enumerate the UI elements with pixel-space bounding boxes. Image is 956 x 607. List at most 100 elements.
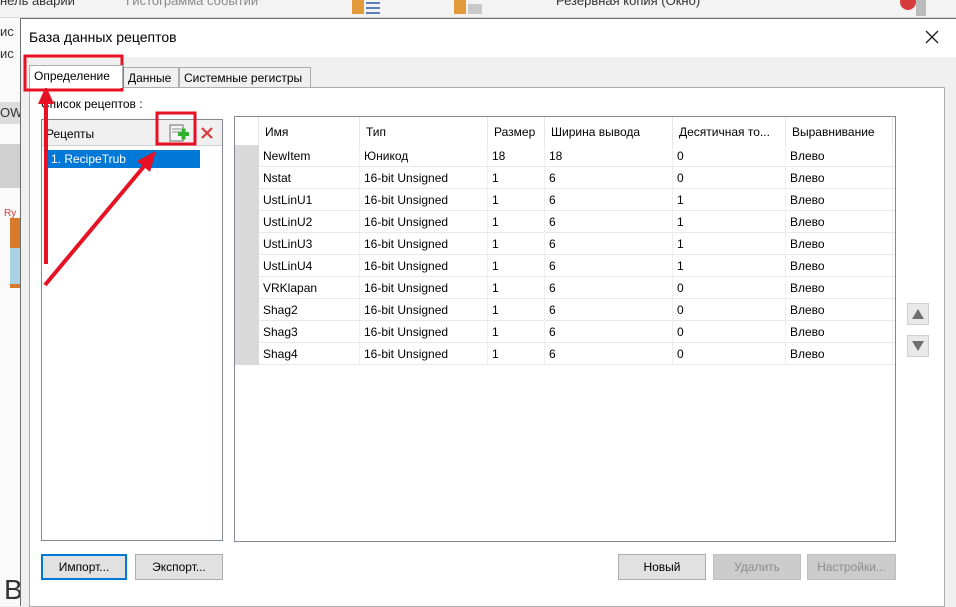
table-cell[interactable]: UstLinU4 — [259, 255, 360, 277]
table-cell[interactable]: 6 — [545, 343, 673, 365]
row-selector[interactable] — [235, 167, 259, 189]
table-cell[interactable]: 16-bit Unsigned — [360, 189, 488, 211]
table-cell[interactable]: 1 — [488, 321, 545, 343]
table-cell[interactable]: UstLinU2 — [259, 211, 360, 233]
table-cell[interactable]: 16-bit Unsigned — [360, 277, 488, 299]
table-cell[interactable]: 16-bit Unsigned — [360, 343, 488, 365]
table-row[interactable]: UstLinU4 16-bit Unsigned 1 6 1 Влево — [235, 255, 895, 277]
table-cell[interactable]: 1 — [488, 277, 545, 299]
table-cell[interactable]: 0 — [673, 145, 786, 167]
export-button[interactable]: Экспорт... — [135, 554, 223, 580]
table-cell[interactable]: 1 — [488, 189, 545, 211]
table-cell[interactable]: 16-bit Unsigned — [360, 321, 488, 343]
table-cell[interactable]: 6 — [545, 167, 673, 189]
table-cell[interactable]: 16-bit Unsigned — [360, 255, 488, 277]
column-header-output-width[interactable]: Ширина вывода — [545, 117, 673, 145]
table-cell[interactable]: 1 — [488, 167, 545, 189]
table-row[interactable]: UstLinU3 16-bit Unsigned 1 6 1 Влево — [235, 233, 895, 255]
table-cell[interactable]: Влево — [786, 277, 893, 299]
table-cell[interactable]: Влево — [786, 189, 893, 211]
table-cell[interactable]: Влево — [786, 233, 893, 255]
table-cell[interactable]: Влево — [786, 299, 893, 321]
table-row[interactable]: Shag4 16-bit Unsigned 1 6 0 Влево — [235, 343, 895, 365]
table-cell[interactable]: 6 — [545, 211, 673, 233]
table-cell[interactable]: Юникод — [360, 145, 488, 167]
column-header-name[interactable]: Имя — [259, 117, 360, 145]
table-cell[interactable]: 16-bit Unsigned — [360, 167, 488, 189]
table-cell[interactable]: 1 — [488, 343, 545, 365]
tab-data[interactable]: Данные — [123, 67, 179, 87]
table-cell[interactable]: 16-bit Unsigned — [360, 211, 488, 233]
table-cell[interactable]: Влево — [786, 211, 893, 233]
table-cell[interactable]: 6 — [545, 277, 673, 299]
table-cell[interactable]: 6 — [545, 189, 673, 211]
add-recipe-button[interactable] — [168, 122, 190, 144]
close-button[interactable] — [922, 27, 942, 47]
row-selector[interactable] — [235, 189, 259, 211]
table-cell[interactable]: Влево — [786, 145, 893, 167]
move-down-button[interactable] — [907, 335, 929, 357]
table-row[interactable]: VRKlapan 16-bit Unsigned 1 6 0 Влево — [235, 277, 895, 299]
row-selector[interactable] — [235, 299, 259, 321]
table-cell[interactable]: Shag4 — [259, 343, 360, 365]
row-selector[interactable] — [235, 233, 259, 255]
move-up-button[interactable] — [907, 303, 929, 325]
column-header-decimal-point[interactable]: Десятичная то... — [673, 117, 786, 145]
tab-system-registers[interactable]: Системные регистры — [179, 67, 311, 87]
new-item-button[interactable]: Новый — [618, 554, 706, 580]
row-selector[interactable] — [235, 277, 259, 299]
recipe-item[interactable]: 1. RecipeTrub — [46, 150, 200, 168]
table-cell[interactable]: Влево — [786, 255, 893, 277]
table-cell[interactable]: 0 — [673, 321, 786, 343]
row-selector[interactable] — [235, 145, 259, 167]
table-cell[interactable]: 1 — [673, 189, 786, 211]
table-row[interactable]: UstLinU1 16-bit Unsigned 1 6 1 Влево — [235, 189, 895, 211]
table-cell[interactable]: 6 — [545, 321, 673, 343]
table-cell[interactable]: 1 — [673, 211, 786, 233]
table-cell[interactable]: Shag3 — [259, 321, 360, 343]
table-cell[interactable]: 18 — [488, 145, 545, 167]
settings-button[interactable]: Настройки... — [807, 554, 896, 580]
delete-recipe-button[interactable] — [196, 122, 218, 144]
table-cell[interactable]: 6 — [545, 299, 673, 321]
table-cell[interactable]: Nstat — [259, 167, 360, 189]
table-cell[interactable]: 0 — [673, 167, 786, 189]
table-cell[interactable]: 1 — [488, 233, 545, 255]
tab-definition[interactable]: Определение — [29, 65, 123, 88]
row-selector[interactable] — [235, 343, 259, 365]
table-row[interactable]: NewItem Юникод 18 18 0 Влево — [235, 145, 895, 167]
table-cell[interactable]: 16-bit Unsigned — [360, 233, 488, 255]
table-cell[interactable]: NewItem — [259, 145, 360, 167]
table-cell[interactable]: 18 — [545, 145, 673, 167]
table-cell[interactable]: Влево — [786, 167, 893, 189]
table-cell[interactable]: 1 — [488, 299, 545, 321]
row-selector[interactable] — [235, 321, 259, 343]
table-cell[interactable]: Влево — [786, 321, 893, 343]
table-cell[interactable]: 6 — [545, 255, 673, 277]
table-row[interactable]: Nstat 16-bit Unsigned 1 6 0 Влево — [235, 167, 895, 189]
table-cell[interactable]: 16-bit Unsigned — [360, 299, 488, 321]
column-header-size[interactable]: Размер — [488, 117, 545, 145]
table-cell[interactable]: UstLinU1 — [259, 189, 360, 211]
row-selector[interactable] — [235, 211, 259, 233]
table-cell[interactable]: 1 — [673, 255, 786, 277]
row-selector[interactable] — [235, 255, 259, 277]
table-cell[interactable]: 1 — [673, 233, 786, 255]
table-cell[interactable]: UstLinU3 — [259, 233, 360, 255]
import-button[interactable]: Импорт... — [41, 554, 127, 580]
table-cell[interactable]: VRKlapan — [259, 277, 360, 299]
table-row[interactable]: Shag2 16-bit Unsigned 1 6 0 Влево — [235, 299, 895, 321]
table-cell[interactable]: 1 — [488, 255, 545, 277]
table-row[interactable]: Shag3 16-bit Unsigned 1 6 0 Влево — [235, 321, 895, 343]
table-cell[interactable]: Shag2 — [259, 299, 360, 321]
table-cell[interactable]: 0 — [673, 299, 786, 321]
column-header-type[interactable]: Тип — [360, 117, 488, 145]
table-cell[interactable]: 0 — [673, 343, 786, 365]
table-cell[interactable]: 6 — [545, 233, 673, 255]
table-cell[interactable]: Влево — [786, 343, 893, 365]
delete-item-button[interactable]: Удалить — [713, 554, 801, 580]
table-cell[interactable]: 0 — [673, 277, 786, 299]
table-cell[interactable]: 1 — [488, 211, 545, 233]
column-header-alignment[interactable]: Выравнивание — [786, 117, 893, 145]
table-row[interactable]: UstLinU2 16-bit Unsigned 1 6 1 Влево — [235, 211, 895, 233]
